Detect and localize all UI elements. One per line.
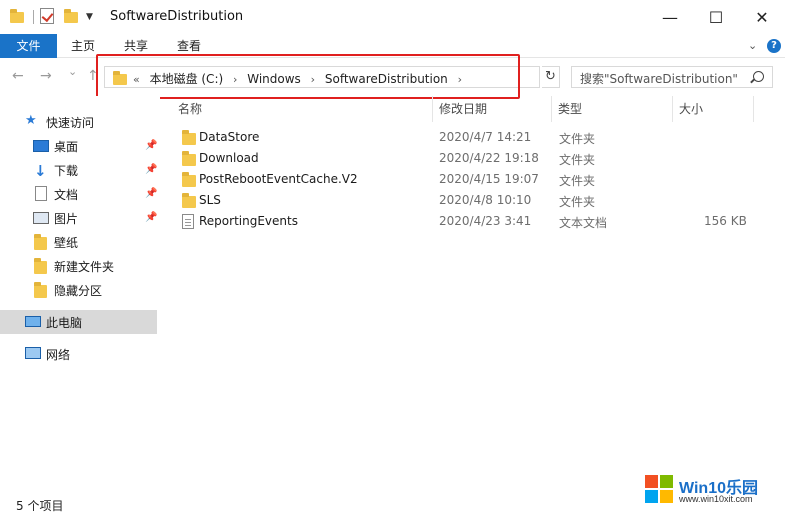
column-header-modified[interactable]: 修改日期 <box>439 100 487 117</box>
search-input[interactable]: 搜索"SoftwareDistribution" <box>571 66 773 88</box>
pin-icon: 📌 <box>145 140 158 151</box>
file-modified: 2020/4/22 19:18 <box>439 151 539 165</box>
column-header-name[interactable]: 名称 <box>178 100 202 117</box>
column-header-type[interactable]: 类型 <box>558 100 582 117</box>
column-divider[interactable] <box>753 96 754 122</box>
file-modified: 2020/4/7 14:21 <box>439 130 532 144</box>
file-type: 文件夹 <box>559 153 596 167</box>
help-icon[interactable]: ? <box>767 39 781 53</box>
watermark: Win10乐园 www.win10xit.com <box>645 472 773 508</box>
item-count: 5 个项目 <box>16 499 64 513</box>
chevron-down-icon[interactable]: ▼ <box>86 12 93 22</box>
sidebar-item-label: 此电脑 <box>46 315 83 330</box>
table-row[interactable]: DataStore 2020/4/7 14:21 文件夹 <box>178 128 768 149</box>
desktop-icon <box>33 140 49 152</box>
sidebar-item-label: 图片 <box>54 211 79 226</box>
sidebar-item-downloads[interactable]: ↓ 下载 📌 <box>0 158 157 182</box>
search-placeholder: 搜索"SoftwareDistribution" <box>580 72 738 86</box>
file-type: 文本文档 <box>559 216 608 230</box>
maximize-button[interactable]: ☐ <box>693 0 739 34</box>
sidebar-item-wallpaper[interactable]: 壁纸 <box>0 230 157 254</box>
search-icon[interactable] <box>753 71 764 82</box>
navigation-pane: ★ 快速访问 桌面 📌 ↓ 下载 📌 文档 📌 图片 📌 壁纸 新建文件夹 隐藏… <box>0 96 160 492</box>
folder-icon <box>34 282 50 298</box>
recent-locations-button[interactable]: ⌄ <box>68 65 77 78</box>
document-icon <box>35 186 47 201</box>
file-modified: 2020/4/15 19:07 <box>439 172 539 186</box>
file-name: ReportingEvents <box>199 214 298 228</box>
address-highlight <box>96 54 520 99</box>
window-title: SoftwareDistribution <box>110 9 244 24</box>
sidebar-item-new-folder[interactable]: 新建文件夹 <box>0 254 157 278</box>
pin-icon: 📌 <box>145 188 158 199</box>
new-folder-icon[interactable] <box>64 9 80 23</box>
sidebar-item-label: 新建文件夹 <box>54 259 115 274</box>
properties-icon[interactable] <box>40 8 54 24</box>
windows-logo-icon <box>645 475 673 503</box>
sidebar-item-pictures[interactable]: 图片 📌 <box>0 206 157 230</box>
sidebar-item-label: 隐藏分区 <box>54 283 103 298</box>
table-row[interactable]: SLS 2020/4/8 10:10 文件夹 <box>178 191 768 212</box>
sidebar-item-documents[interactable]: 文档 📌 <box>0 182 157 206</box>
file-modified: 2020/4/8 10:10 <box>439 193 532 207</box>
sidebar-item-label: 桌面 <box>54 139 79 154</box>
forward-button[interactable]: → <box>40 68 52 84</box>
folder-icon <box>34 234 50 250</box>
folder-icon <box>182 151 196 166</box>
refresh-button[interactable]: ↻ <box>542 66 560 88</box>
file-type: 文件夹 <box>559 132 596 146</box>
table-row[interactable]: Download 2020/4/22 19:18 文件夹 <box>178 149 768 170</box>
file-size: 156 KB <box>704 214 747 228</box>
file-name: DataStore <box>199 130 260 144</box>
file-name: Download <box>199 151 259 165</box>
column-header-size[interactable]: 大小 <box>679 100 703 117</box>
minimize-button[interactable]: — <box>647 0 693 34</box>
title-bar: ▼ SoftwareDistribution — ☐ ✕ <box>0 0 785 34</box>
sidebar-item-quick-access[interactable]: ★ 快速访问 <box>0 110 157 134</box>
file-type: 文件夹 <box>559 195 596 209</box>
sidebar-item-this-pc[interactable]: 此电脑 <box>0 310 157 334</box>
sidebar-item-desktop[interactable]: 桌面 📌 <box>0 134 157 158</box>
folder-icon <box>182 172 196 187</box>
chevron-down-icon[interactable]: ⌄ <box>748 39 757 52</box>
file-modified: 2020/4/23 3:41 <box>439 214 532 228</box>
sidebar-item-label: 快速访问 <box>46 115 95 130</box>
picture-icon <box>33 212 49 224</box>
close-button[interactable]: ✕ <box>739 0 785 34</box>
sidebar-item-label: 壁纸 <box>54 235 79 250</box>
column-divider[interactable] <box>432 96 433 122</box>
back-button[interactable]: ← <box>12 68 24 84</box>
table-row[interactable]: PostRebootEventCache.V2 2020/4/15 19:07 … <box>178 170 768 191</box>
file-list: 名称 修改日期 类型 大小 DataStore 2020/4/7 14:21 文… <box>160 96 785 492</box>
tab-file[interactable]: 文件 <box>0 34 57 58</box>
folder-icon <box>34 258 50 274</box>
folder-icon <box>182 130 196 145</box>
folder-icon <box>182 193 196 208</box>
table-row[interactable]: ReportingEvents 2020/4/23 3:41 文本文档 156 … <box>178 212 768 233</box>
folder-icon <box>10 9 26 23</box>
computer-icon <box>25 316 41 327</box>
file-name: SLS <box>199 193 221 207</box>
sidebar-item-hidden-partition[interactable]: 隐藏分区 <box>0 278 157 302</box>
file-type: 文件夹 <box>559 174 596 188</box>
sidebar-item-label: 网络 <box>46 347 71 362</box>
column-divider[interactable] <box>672 96 673 122</box>
network-icon <box>25 347 41 359</box>
file-name: PostRebootEventCache.V2 <box>199 172 358 186</box>
sidebar-item-label: 文档 <box>54 187 79 202</box>
column-divider[interactable] <box>551 96 552 122</box>
pin-icon: 📌 <box>145 212 158 223</box>
watermark-url: www.win10xit.com <box>679 494 753 504</box>
divider <box>33 10 34 24</box>
sidebar-item-label: 下载 <box>54 163 79 178</box>
download-icon: ↓ <box>34 162 47 180</box>
text-file-icon <box>182 214 194 229</box>
pin-icon: 📌 <box>145 164 158 175</box>
star-icon: ★ <box>25 113 37 128</box>
sidebar-item-network[interactable]: 网络 <box>0 342 157 366</box>
